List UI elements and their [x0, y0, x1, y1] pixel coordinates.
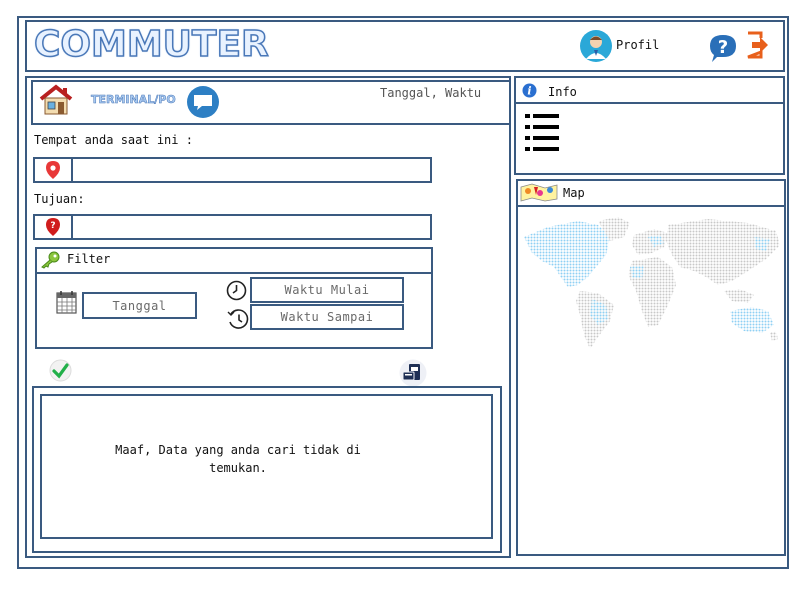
destination-pin-icon: ? — [46, 218, 60, 236]
destination-label: Tujuan: — [34, 192, 85, 206]
north-america — [524, 221, 610, 287]
profile-button[interactable]: Profil — [579, 29, 669, 63]
svg-text:?: ? — [718, 37, 728, 58]
result-message: Maaf, Data yang anda cari tidak di temuk… — [115, 443, 361, 475]
time-history-icon — [227, 309, 249, 329]
logout-icon[interactable] — [745, 31, 771, 59]
terminal-label[interactable]: TERMINAL/PO — [91, 93, 176, 107]
world-map[interactable] — [518, 215, 784, 350]
check-icon[interactable] — [49, 359, 72, 382]
filter-title: Filter — [67, 252, 111, 266]
info-title: Info — [548, 85, 577, 99]
user-avatar-icon — [580, 30, 612, 62]
ticket-reader-icon[interactable] — [398, 359, 428, 387]
destination-field[interactable]: ? — [33, 214, 432, 240]
clock-icon — [226, 280, 247, 301]
help-bubble-icon[interactable]: ? — [707, 33, 739, 63]
origin-pin-cell — [35, 159, 73, 181]
svg-text:?: ? — [50, 221, 55, 231]
destination-pin-cell: ? — [35, 216, 73, 238]
asia — [666, 219, 780, 285]
origin-field[interactable] — [33, 157, 432, 183]
profile-label: Profil — [616, 38, 660, 52]
australia — [730, 307, 774, 333]
info-icon: i — [522, 83, 537, 98]
filter-key-icon — [41, 251, 60, 269]
app-logo: COMMUTER — [33, 23, 269, 66]
chat-icon[interactable] — [186, 85, 220, 119]
datetime-label: Tanggal, Waktu — [380, 86, 482, 100]
map-icon — [520, 183, 558, 202]
svg-text:i: i — [527, 85, 531, 98]
start-time-button[interactable]: Waktu Mulai — [250, 277, 404, 303]
calendar-icon — [56, 291, 77, 314]
map-title: Map — [563, 186, 585, 200]
house-icon — [39, 84, 73, 115]
end-time-button[interactable]: Waktu Sampai — [250, 304, 404, 330]
list-icon[interactable] — [524, 112, 560, 154]
date-button[interactable]: Tanggal — [82, 292, 197, 319]
origin-label: Tempat anda saat ini : — [34, 133, 193, 147]
location-pin-icon — [46, 161, 60, 179]
